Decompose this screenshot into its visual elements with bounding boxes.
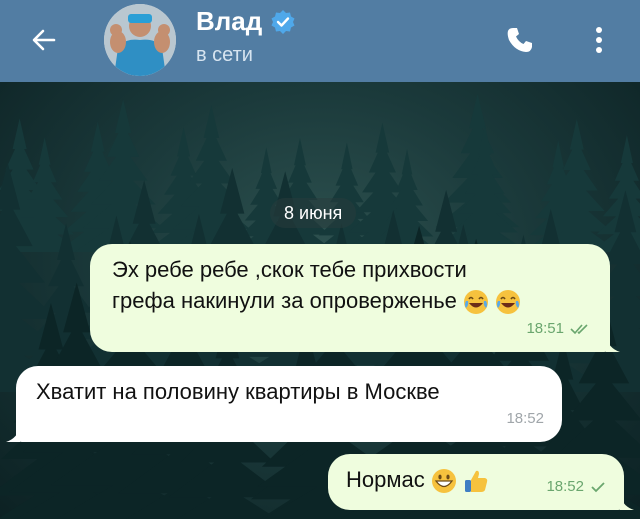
message-meta: 18:52 bbox=[506, 403, 544, 434]
phone-icon bbox=[507, 28, 532, 52]
face-with-tears-of-joy-icon bbox=[496, 290, 521, 315]
call-button[interactable] bbox=[498, 18, 542, 62]
grinning-face-icon bbox=[431, 469, 456, 494]
contact-status: в сети bbox=[196, 44, 253, 66]
avatar-image bbox=[104, 4, 176, 76]
message-text: Хватит на половину квартиры в Москве bbox=[36, 379, 440, 404]
check-icon bbox=[591, 481, 605, 492]
more-vertical-icon bbox=[596, 27, 602, 53]
message-text: Нормас bbox=[346, 467, 425, 492]
contact-name-row[interactable]: Влад bbox=[196, 6, 296, 37]
message-bubble-incoming[interactable]: Хватит на половину квартиры в Москве 18:… bbox=[6, 366, 562, 442]
contact-name: Влад bbox=[196, 6, 263, 36]
message-meta: 18:51 bbox=[526, 313, 592, 344]
pine-tree bbox=[590, 135, 640, 252]
message-bubble-outgoing[interactable]: Эх ребе ребе ,скок тебе прихвости грефа … bbox=[90, 244, 620, 352]
message-meta: 18:52 bbox=[546, 471, 606, 502]
thumbs-up-icon bbox=[464, 470, 488, 493]
message-text-line: грефа накинули за опроверженье bbox=[112, 285, 592, 316]
chat-header: Влад в сети bbox=[0, 0, 640, 82]
double-check-icon bbox=[570, 323, 588, 334]
avatar[interactable] bbox=[104, 4, 176, 76]
verified-badge-icon bbox=[271, 9, 295, 34]
more-menu-button[interactable] bbox=[584, 18, 614, 62]
message-text-line-2: грефа накинули за опроверженье bbox=[112, 288, 457, 313]
arrow-left-icon bbox=[32, 29, 56, 51]
message-time: 18:52 bbox=[506, 410, 544, 427]
bubble-tail bbox=[6, 426, 20, 442]
message-bubble-outgoing[interactable]: Нормас 18:52 bbox=[328, 454, 634, 510]
date-separator: 8 июня bbox=[270, 198, 357, 228]
face-with-tears-of-joy-icon bbox=[464, 290, 489, 315]
bubble-tail bbox=[606, 336, 620, 352]
message-time: 18:52 bbox=[546, 478, 584, 495]
message-time: 18:51 bbox=[526, 320, 564, 337]
bubble-tail bbox=[620, 494, 634, 510]
message-text-line: Эх ребе ребе ,скок тебе прихвости bbox=[112, 257, 467, 282]
back-button[interactable] bbox=[22, 18, 66, 62]
